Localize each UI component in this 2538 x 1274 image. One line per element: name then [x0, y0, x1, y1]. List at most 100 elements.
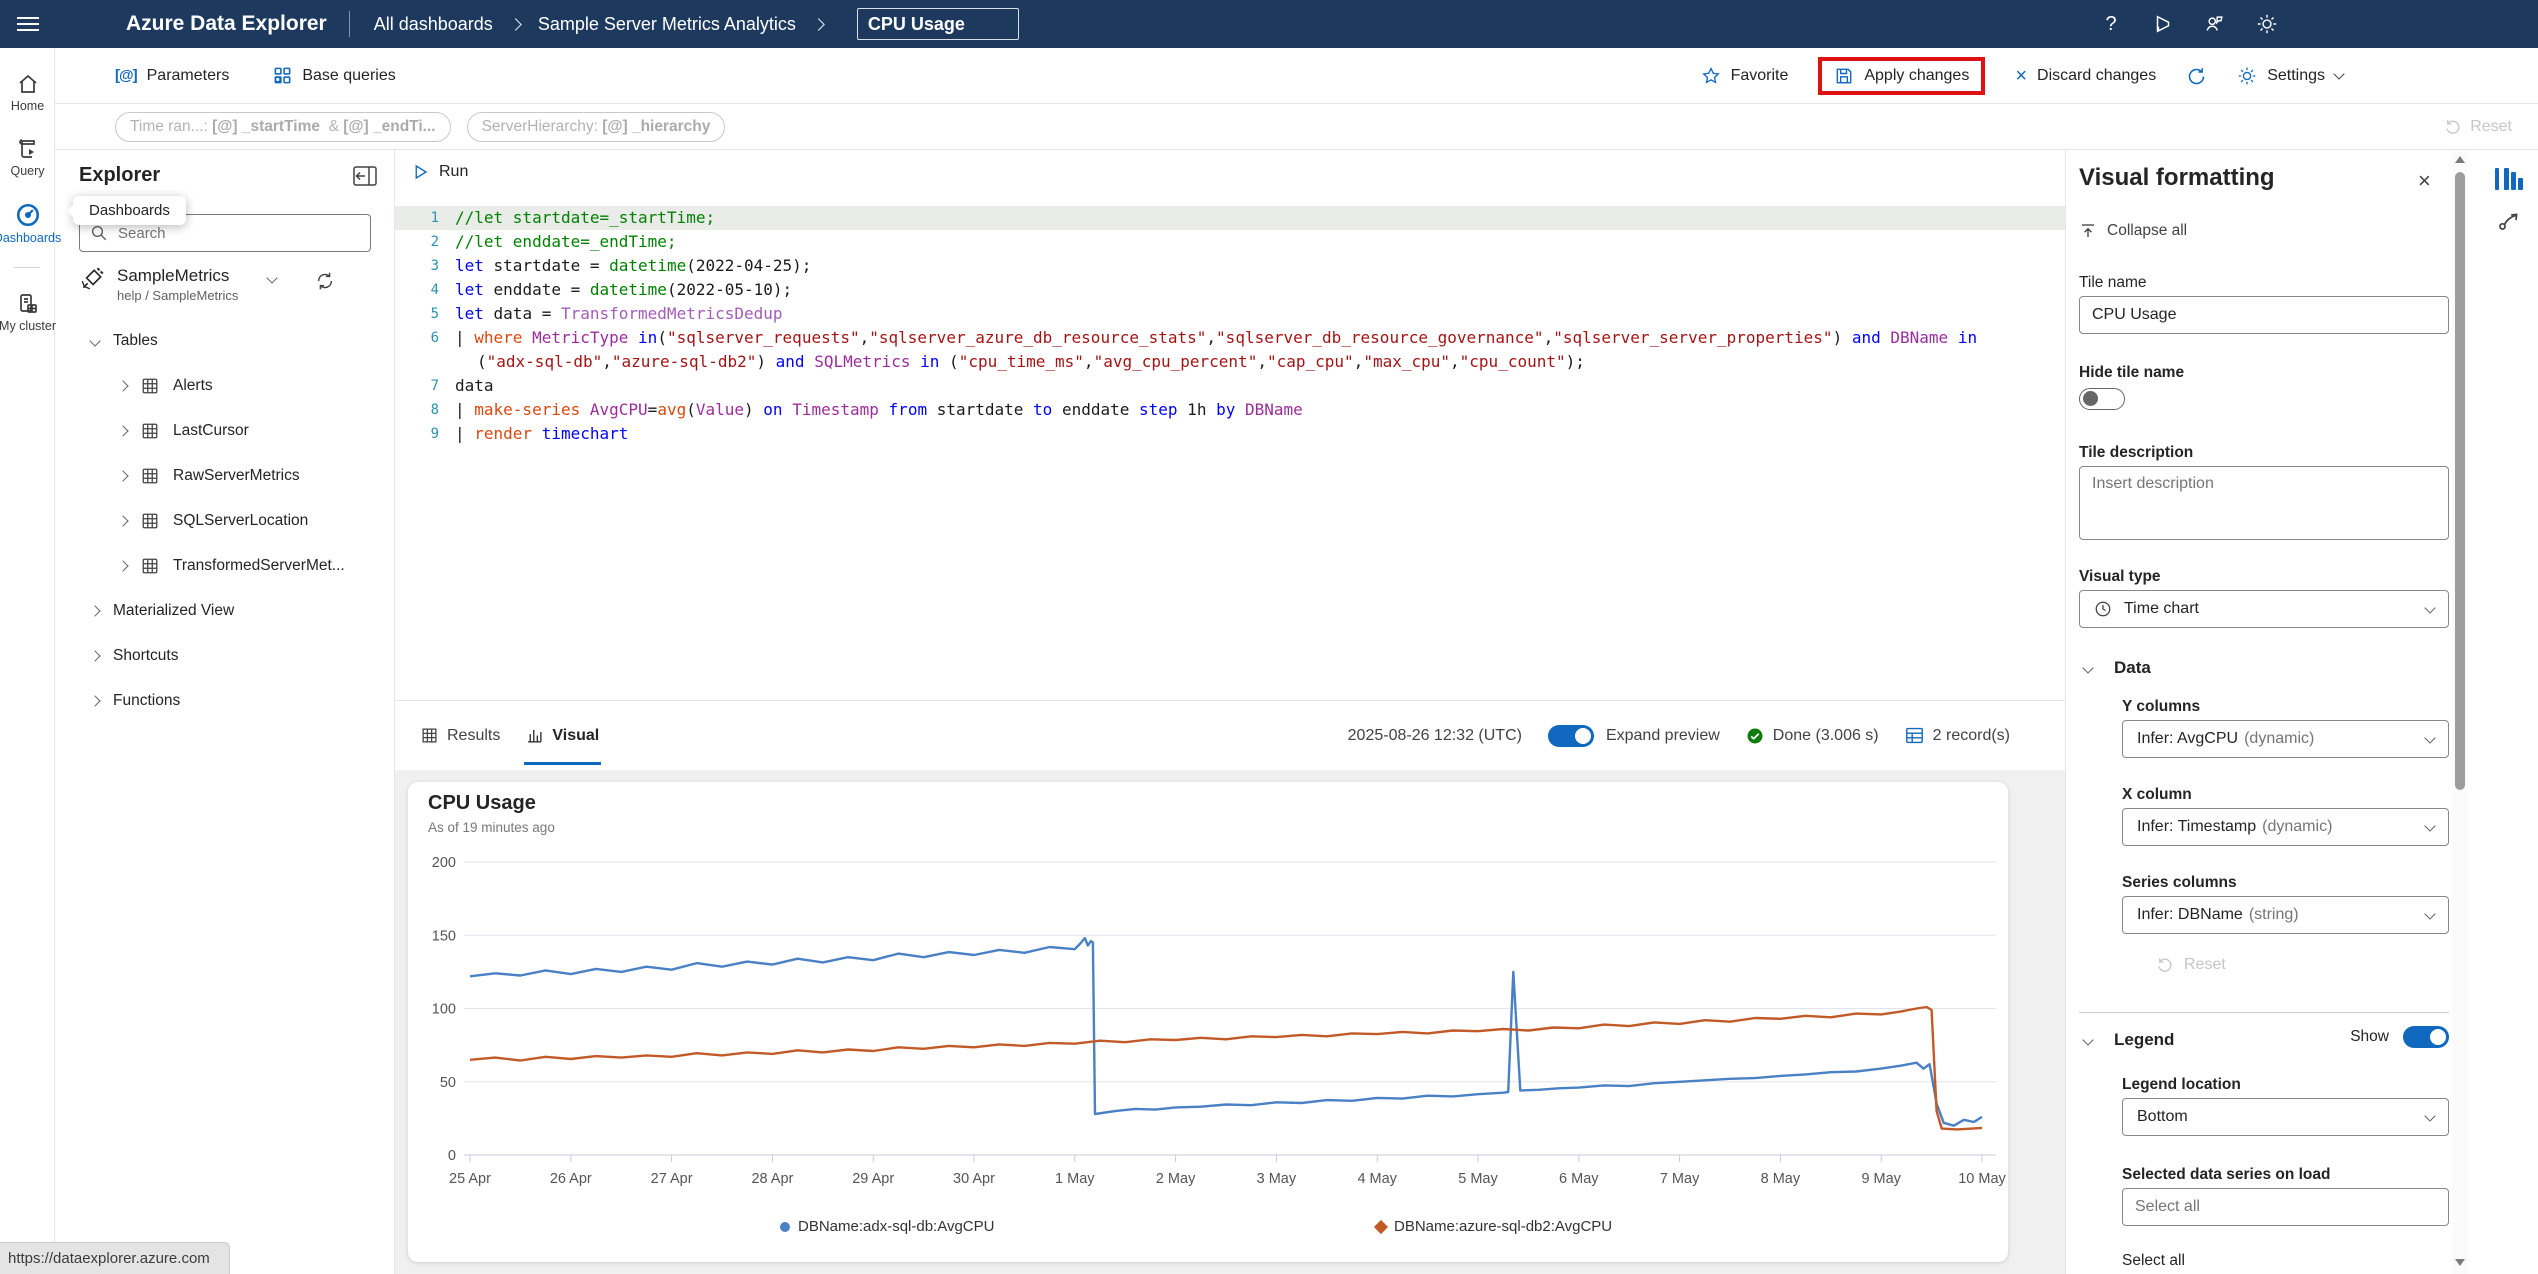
legend-item-azure-sql-db2[interactable]: DBName:azure-sql-db2:AvgCPU: [1376, 1218, 1612, 1235]
settings-gear-icon[interactable]: [2254, 11, 2280, 37]
hamburger-menu-button[interactable]: [0, 0, 56, 48]
code-line-4[interactable]: 4let enddate = datetime(2022-05-10);: [395, 278, 2065, 302]
clock-icon: [2094, 600, 2112, 618]
tree-table-sqlserverlocation[interactable]: SQLServerLocation: [55, 498, 393, 543]
search-input[interactable]: [118, 225, 348, 242]
tree-node-materialized-view[interactable]: Materialized View: [55, 588, 393, 633]
collapse-panel-icon[interactable]: [353, 166, 377, 186]
legend-location-dropdown[interactable]: Bottom: [2122, 1098, 2449, 1136]
sync-icon[interactable]: [314, 270, 336, 292]
table-icon: [141, 377, 159, 395]
tile-name-breadcrumb-input[interactable]: [857, 8, 1019, 40]
chart-subtitle: As of 19 minutes ago: [428, 820, 555, 835]
x-tick-label: 26 Apr: [550, 1171, 592, 1187]
chevron-icon: [89, 335, 100, 346]
feedback-icon[interactable]: [2150, 11, 2176, 37]
query-editor: Run 1//let startdate=_startTime;2//let e…: [395, 150, 2065, 700]
discard-changes-button[interactable]: × Discard changes: [2015, 65, 2156, 88]
record-count-icon: [1905, 727, 1924, 744]
chart-title: CPU Usage: [428, 792, 536, 815]
tile-name-input[interactable]: [2079, 296, 2449, 334]
code-line-3[interactable]: 3let startdate = datetime(2022-04-25);: [395, 254, 2065, 278]
tree-table-transformedservermet-[interactable]: TransformedServerMet...: [55, 543, 393, 588]
breadcrumb-dashboard-name[interactable]: Sample Server Metrics Analytics: [538, 14, 796, 35]
visual-formatting-icon[interactable]: [2492, 166, 2526, 192]
chevron-right-icon: [117, 425, 128, 436]
code-line-8[interactable]: 8| make-series AvgCPU=avg(Value) on Time…: [395, 398, 2065, 422]
chevron-down-icon: [2424, 1110, 2435, 1121]
chevron-down-icon: [2424, 732, 2435, 743]
selected-series-input[interactable]: [2122, 1188, 2449, 1226]
scroll-down-arrow[interactable]: [2455, 1259, 2465, 1266]
legend-section-header[interactable]: Legend Show: [2084, 1030, 2449, 1050]
scroll-up-arrow[interactable]: [2455, 156, 2465, 163]
tab-results[interactable]: Results: [421, 701, 500, 771]
breadcrumb-all-dashboards[interactable]: All dashboards: [374, 14, 493, 35]
cross-filter-link-icon[interactable]: [2492, 208, 2526, 234]
sidebar-item-my-cluster[interactable]: My cluster: [0, 292, 55, 333]
tile-description-label: Tile description: [2079, 444, 2193, 461]
tree-table-lastcursor[interactable]: LastCursor: [55, 408, 393, 453]
refresh-button[interactable]: [2186, 66, 2207, 87]
hide-tile-name-toggle[interactable]: [2079, 388, 2125, 410]
series-columns-dropdown[interactable]: Infer: DBName(string): [2122, 896, 2449, 934]
code-line-2[interactable]: 2//let enddate=_endTime;: [395, 230, 2065, 254]
collapse-all-button[interactable]: Collapse all: [2079, 222, 2187, 240]
sidebar-item-home[interactable]: Home: [0, 72, 55, 113]
sidebar-item-query[interactable]: Query: [0, 137, 55, 178]
x-tick-label: 25 Apr: [449, 1171, 491, 1187]
apply-changes-button[interactable]: Apply changes: [1818, 57, 1985, 95]
chevron-icon: [89, 605, 100, 616]
chart-series-1: [470, 1007, 1982, 1129]
x-column-dropdown[interactable]: Infer: Timestamp(dynamic): [2122, 808, 2449, 846]
settings-button[interactable]: Settings: [2237, 66, 2343, 86]
diamond-marker: [1374, 1219, 1388, 1233]
parameters-button[interactable]: [@] Parameters: [115, 67, 229, 85]
success-check-icon: [1746, 727, 1764, 745]
data-section-header[interactable]: Data: [2084, 658, 2151, 678]
favorite-button[interactable]: Favorite: [1701, 66, 1789, 86]
show-legend-toggle[interactable]: [2403, 1026, 2449, 1048]
scrollbar-thumb[interactable]: [2455, 172, 2465, 790]
explorer-title: Explorer: [79, 164, 160, 187]
visual-preview-area: CPU Usage As of 19 minutes ago 050100150…: [395, 770, 2065, 1274]
tree-node-functions[interactable]: Functions: [55, 678, 393, 723]
left-nav-rail: Home Query Dashboards My cluster: [0, 48, 55, 1274]
code-line-7[interactable]: 7data: [395, 374, 2065, 398]
code-line-5[interactable]: 5let data = TransformedMetricsDedup: [395, 302, 2065, 326]
table-icon: [141, 467, 159, 485]
close-panel-icon[interactable]: ×: [2418, 168, 2431, 194]
x-tick-label: 3 May: [1257, 1171, 1297, 1187]
panel-scrollbar[interactable]: [2452, 150, 2468, 1274]
visual-type-dropdown[interactable]: Time chart: [2079, 590, 2449, 628]
legend-item-adx-sql-db[interactable]: DBName:adx-sql-db:AvgCPU: [780, 1218, 994, 1235]
help-icon[interactable]: ?: [2098, 11, 2124, 37]
expand-preview-toggle[interactable]: [1548, 725, 1594, 747]
y-tick-label: 50: [440, 1075, 456, 1091]
x-column-label: X column: [2122, 786, 2192, 803]
x-tick-label: 29 Apr: [852, 1171, 894, 1187]
tree-node-tables[interactable]: Tables: [55, 318, 393, 363]
chevron-right-icon: [117, 470, 128, 481]
visual-formatting-panel: Visual formatting × Collapse all Tile na…: [2065, 150, 2452, 1274]
tile-description-input[interactable]: [2079, 466, 2449, 540]
chevron-down-icon: [267, 272, 278, 283]
tab-visual[interactable]: Visual: [526, 701, 599, 771]
y-columns-dropdown[interactable]: Infer: AvgCPU(dynamic): [2122, 720, 2449, 758]
dashboards-icon: [15, 202, 41, 228]
refresh-icon: [2186, 66, 2207, 87]
collapse-all-icon: [2079, 222, 2097, 240]
sidebar-item-dashboards[interactable]: Dashboards: [0, 202, 55, 245]
base-queries-button[interactable]: Base queries: [273, 66, 395, 85]
tree-node-shortcuts[interactable]: Shortcuts: [55, 633, 393, 678]
community-person-icon[interactable]: [2202, 11, 2228, 37]
code-line-6[interactable]: 6| where MetricType in("sqlserver_reques…: [395, 326, 2065, 374]
run-query-button[interactable]: Run: [411, 163, 468, 181]
tree-table-rawservermetrics[interactable]: RawServerMetrics: [55, 453, 393, 498]
code-line-1[interactable]: 1//let startdate=_startTime;: [395, 206, 2065, 230]
kql-code-area[interactable]: 1//let startdate=_startTime;2//let endda…: [395, 206, 2065, 446]
tree-table-alerts[interactable]: Alerts: [55, 363, 393, 408]
database-selector[interactable]: SampleMetrics help / SampleMetrics: [79, 266, 379, 303]
query-status: Done (3.006 s): [1773, 727, 1879, 745]
code-line-9[interactable]: 9| render timechart: [395, 422, 2065, 446]
